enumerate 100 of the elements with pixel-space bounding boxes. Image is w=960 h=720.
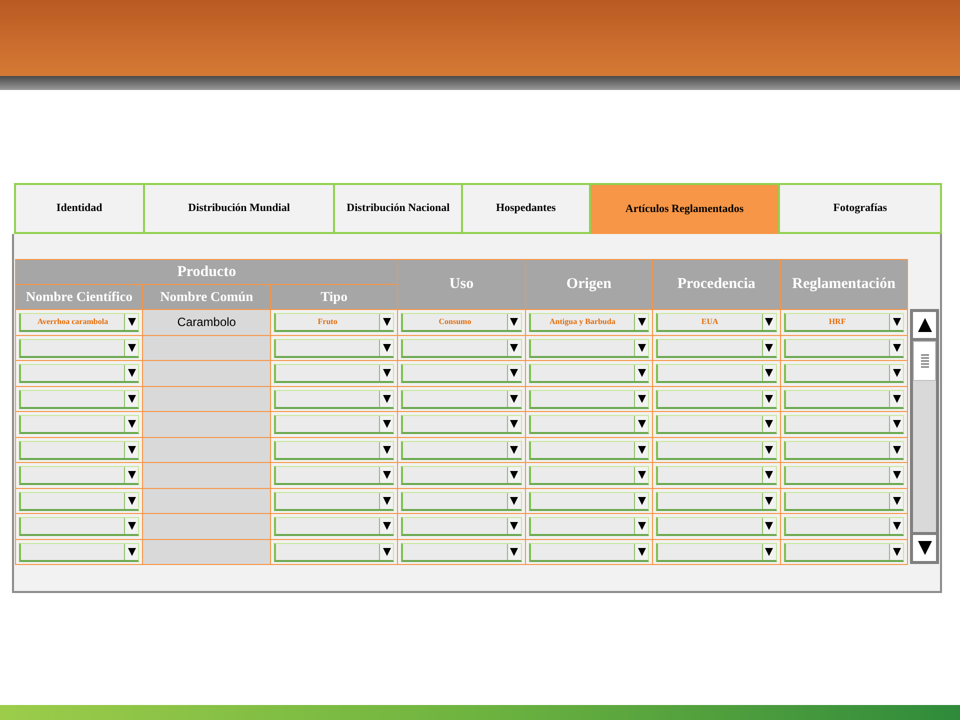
- caret-icon: [382, 470, 391, 480]
- dropdown[interactable]: [656, 338, 777, 358]
- scrollbar[interactable]: [910, 309, 939, 564]
- caret-icon: [128, 342, 136, 352]
- dropdown[interactable]: [401, 415, 522, 434]
- dropdown[interactable]: [19, 466, 140, 485]
- tab[interactable]: Distribución Mundial: [142, 183, 336, 234]
- dropdown[interactable]: [19, 440, 140, 460]
- dropdown[interactable]: [528, 492, 650, 510]
- column-header: Tipo: [270, 285, 398, 310]
- dropdown[interactable]: [784, 415, 904, 434]
- caret-icon: [510, 546, 518, 556]
- caret-icon: [128, 317, 136, 327]
- dropdown[interactable]: [401, 542, 522, 562]
- caret-icon: [638, 317, 646, 327]
- dropdown[interactable]: [528, 338, 650, 358]
- caret-icon: [638, 546, 646, 556]
- dropdown[interactable]: [528, 517, 650, 536]
- dropdown[interactable]: [274, 390, 394, 408]
- dropdown[interactable]: [19, 390, 140, 408]
- caret-icon: [128, 546, 136, 556]
- caret-icon: [510, 444, 518, 454]
- caret-icon: [510, 496, 518, 506]
- caret-icon: [128, 394, 136, 404]
- dropdown[interactable]: [274, 338, 394, 358]
- dropdown[interactable]: [784, 492, 904, 510]
- caret-icon: [638, 394, 646, 404]
- caret-icon: [382, 317, 391, 327]
- dropdown[interactable]: [401, 517, 522, 536]
- dropdown[interactable]: [19, 492, 140, 510]
- tab[interactable]: Fotografías: [778, 183, 942, 234]
- caret-icon: [382, 419, 391, 429]
- dropdown[interactable]: [401, 440, 522, 460]
- dropdown[interactable]: [528, 415, 650, 434]
- caret-icon: [638, 368, 646, 378]
- dropdown[interactable]: [528, 390, 650, 408]
- dropdown[interactable]: [656, 517, 777, 536]
- caret-icon: [638, 419, 646, 429]
- dropdown[interactable]: [274, 466, 394, 485]
- caret-icon: [765, 394, 774, 404]
- dropdown[interactable]: [401, 338, 522, 358]
- dropdown[interactable]: [19, 517, 140, 536]
- dropdown[interactable]: [401, 390, 522, 408]
- caret-icon: [892, 521, 900, 531]
- dropdown[interactable]: [656, 364, 777, 383]
- dropdown[interactable]: [656, 390, 777, 408]
- dropdown[interactable]: [274, 492, 394, 510]
- down-arrow-icon: [918, 539, 932, 557]
- dropdown[interactable]: [784, 542, 904, 562]
- tab[interactable]: Distribución Nacional: [333, 183, 464, 234]
- dropdown[interactable]: [656, 440, 777, 460]
- tab[interactable]: Artículos Reglamentados: [588, 183, 780, 234]
- dropdown[interactable]: [19, 338, 140, 358]
- dropdown[interactable]: [19, 542, 140, 562]
- dropdown[interactable]: [401, 492, 522, 510]
- dropdown[interactable]: [528, 364, 650, 383]
- caret-icon: [892, 317, 900, 327]
- column-header: Procedencia: [653, 260, 781, 310]
- dropdown[interactable]: [784, 517, 904, 536]
- caret-icon: [765, 419, 774, 429]
- column-header: Reglamentación: [780, 260, 908, 310]
- dropdown[interactable]: [19, 364, 140, 383]
- dropdown[interactable]: [784, 364, 904, 383]
- dropdown[interactable]: [19, 415, 140, 434]
- caret-icon: [765, 470, 774, 480]
- caret-icon: [638, 342, 646, 352]
- scroll-thumb[interactable]: [913, 341, 936, 381]
- caret-icon: [892, 368, 900, 378]
- dropdown[interactable]: [656, 415, 777, 434]
- dropdown[interactable]: [656, 542, 777, 562]
- dropdown[interactable]: [401, 466, 522, 485]
- caret-icon: [382, 394, 391, 404]
- scroll-down-button[interactable]: [913, 535, 936, 561]
- dropdown[interactable]: [656, 492, 777, 510]
- caret-icon: [892, 496, 900, 506]
- dropdown[interactable]: [274, 542, 394, 562]
- dropdown[interactable]: [656, 466, 777, 485]
- column-group-header: Producto: [16, 260, 398, 285]
- dropdown[interactable]: [274, 517, 394, 536]
- dropdown[interactable]: [528, 542, 650, 562]
- dropdown[interactable]: [528, 440, 650, 460]
- caret-icon: [510, 342, 518, 352]
- caret-icon: [128, 496, 136, 506]
- dropdown[interactable]: [528, 466, 650, 485]
- caret-icon: [382, 368, 391, 378]
- caret-icon: [892, 444, 900, 454]
- tab[interactable]: Identidad: [14, 183, 145, 234]
- caret-icon: [765, 444, 774, 454]
- dropdown[interactable]: [784, 440, 904, 460]
- caret-icon: [128, 444, 136, 454]
- tab[interactable]: Hospedantes: [461, 183, 591, 234]
- dropdown[interactable]: [784, 338, 904, 358]
- dropdown[interactable]: [784, 390, 904, 408]
- dropdown[interactable]: [274, 364, 394, 383]
- dropdown[interactable]: [401, 364, 522, 383]
- dropdown[interactable]: [274, 440, 394, 460]
- scroll-up-button[interactable]: [913, 312, 936, 338]
- dropdown[interactable]: [274, 415, 394, 434]
- dropdown[interactable]: [784, 466, 904, 485]
- caret-icon: [382, 342, 391, 352]
